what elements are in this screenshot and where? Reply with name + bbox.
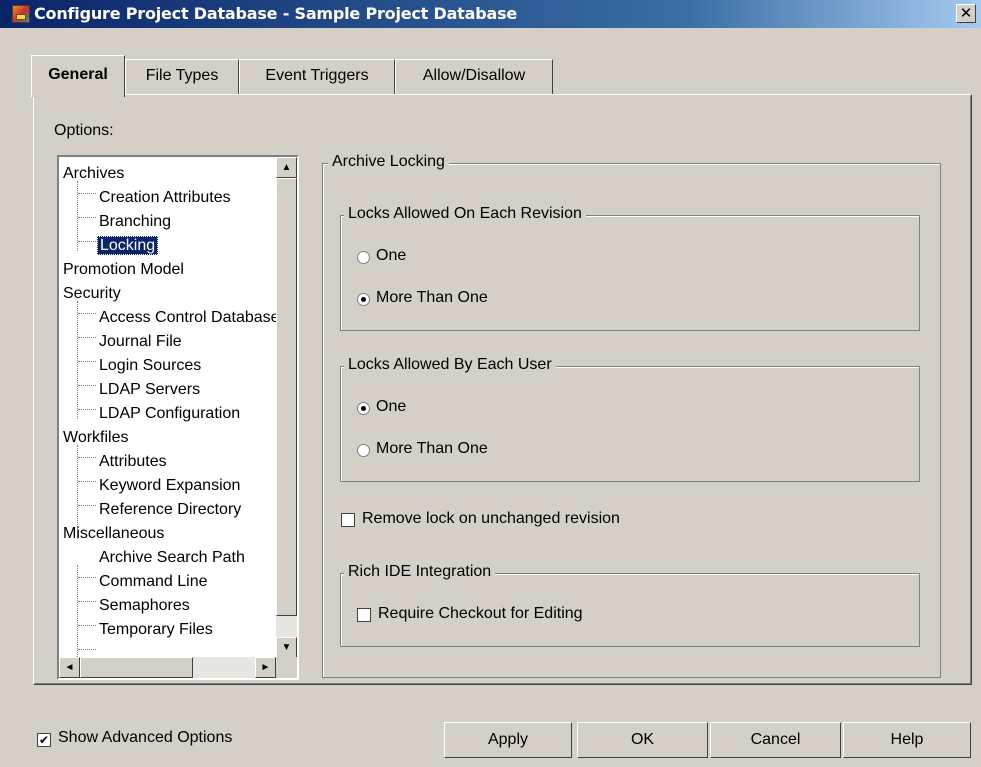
title-bar[interactable]: Configure Project Database - Sample Proj… (0, 0, 981, 28)
scroll-right-icon[interactable]: ► (255, 657, 276, 678)
apply-button[interactable]: Apply (444, 722, 572, 758)
user-more-than-one-radio[interactable] (357, 444, 370, 457)
show-advanced-label[interactable]: Show Advanced Options (58, 729, 232, 747)
options-tree[interactable]: Archives Creation Attributes Branching L… (57, 155, 299, 680)
scroll-down-icon[interactable]: ▼ (276, 637, 297, 658)
tab-file-types[interactable]: File Types (125, 59, 239, 95)
remove-lock-label[interactable]: Remove lock on unchanged revision (362, 510, 620, 528)
scrollbar-corner (276, 657, 297, 678)
help-button[interactable]: Help (843, 722, 971, 758)
scroll-left-icon[interactable]: ◄ (59, 657, 80, 678)
tree-item-creation-attributes[interactable]: Creation Attributes (99, 186, 231, 210)
cancel-button[interactable]: Cancel (710, 722, 841, 758)
options-label: Options: (54, 122, 114, 139)
tree-item-attributes[interactable]: Attributes (99, 450, 167, 474)
revision-one-label[interactable]: One (376, 247, 406, 265)
require-checkout-label[interactable]: Require Checkout for Editing (378, 605, 583, 623)
tree-item-promotion-model[interactable]: Promotion Model (63, 258, 184, 282)
user-more-than-one-label[interactable]: More Than One (376, 440, 488, 458)
app-icon (12, 5, 30, 23)
configure-dialog: Configure Project Database - Sample Proj… (0, 0, 981, 767)
tree-item-ldap-configuration[interactable]: LDAP Configuration (99, 402, 240, 426)
vertical-scroll-thumb[interactable] (276, 178, 297, 616)
user-one-label[interactable]: One (376, 398, 406, 416)
require-checkout-checkbox[interactable] (357, 608, 371, 622)
revision-one-radio[interactable] (357, 251, 370, 264)
locks-per-revision-group (340, 215, 920, 331)
window-title: Configure Project Database - Sample Proj… (34, 4, 518, 23)
ok-button[interactable]: OK (577, 722, 708, 758)
user-one-radio[interactable] (357, 402, 370, 415)
tree-horizontal-scrollbar[interactable]: ◄ ► (59, 657, 276, 678)
tab-event-triggers[interactable]: Event Triggers (239, 59, 395, 95)
tree-item-temporary-files[interactable]: Temporary Files (99, 618, 213, 642)
revision-more-than-one-label[interactable]: More Than One (376, 289, 488, 307)
tree-item-branching[interactable]: Branching (99, 210, 171, 234)
remove-lock-checkbox[interactable] (341, 513, 355, 527)
tree-item-locking[interactable]: Locking (97, 234, 159, 258)
tree-item-journal-file[interactable]: Journal File (99, 330, 182, 354)
tree-item-security[interactable]: Security (63, 282, 121, 306)
revision-more-than-one-radio[interactable] (357, 293, 370, 306)
tree-item-semaphores[interactable]: Semaphores (99, 594, 190, 618)
tab-allow-disallow[interactable]: Allow/Disallow (395, 59, 553, 95)
tree-item-reference-directory[interactable]: Reference Directory (99, 498, 241, 522)
tree-item-login-sources[interactable]: Login Sources (99, 354, 201, 378)
tree-item-miscellaneous[interactable]: Miscellaneous (63, 522, 164, 546)
rich-ide-title: Rich IDE Integration (344, 563, 496, 581)
tab-general[interactable]: General (31, 55, 125, 97)
scroll-up-icon[interactable]: ▲ (276, 157, 297, 178)
locks-per-revision-title: Locks Allowed On Each Revision (344, 205, 586, 223)
tree-item-access-control-database[interactable]: Access Control Database (99, 306, 280, 330)
archive-locking-title: Archive Locking (328, 153, 449, 171)
show-advanced-checkbox[interactable]: ✔ (37, 733, 51, 747)
locks-per-user-title: Locks Allowed By Each User (344, 356, 556, 374)
locks-per-user-group (340, 366, 920, 482)
tree-item-ldap-servers[interactable]: LDAP Servers (99, 378, 200, 402)
tree-item-archives[interactable]: Archives (63, 162, 124, 186)
tree-item-keyword-expansion[interactable]: Keyword Expansion (99, 474, 240, 498)
tree-item-command-line[interactable]: Command Line (99, 570, 208, 594)
tree-vertical-scrollbar[interactable]: ▲ ▼ (276, 157, 297, 658)
horizontal-scroll-thumb[interactable] (80, 657, 193, 678)
close-button[interactable]: ✕ (956, 4, 976, 23)
tree-item-archive-search-path[interactable]: Archive Search Path (99, 546, 245, 570)
tree-item-workfiles[interactable]: Workfiles (63, 426, 129, 450)
